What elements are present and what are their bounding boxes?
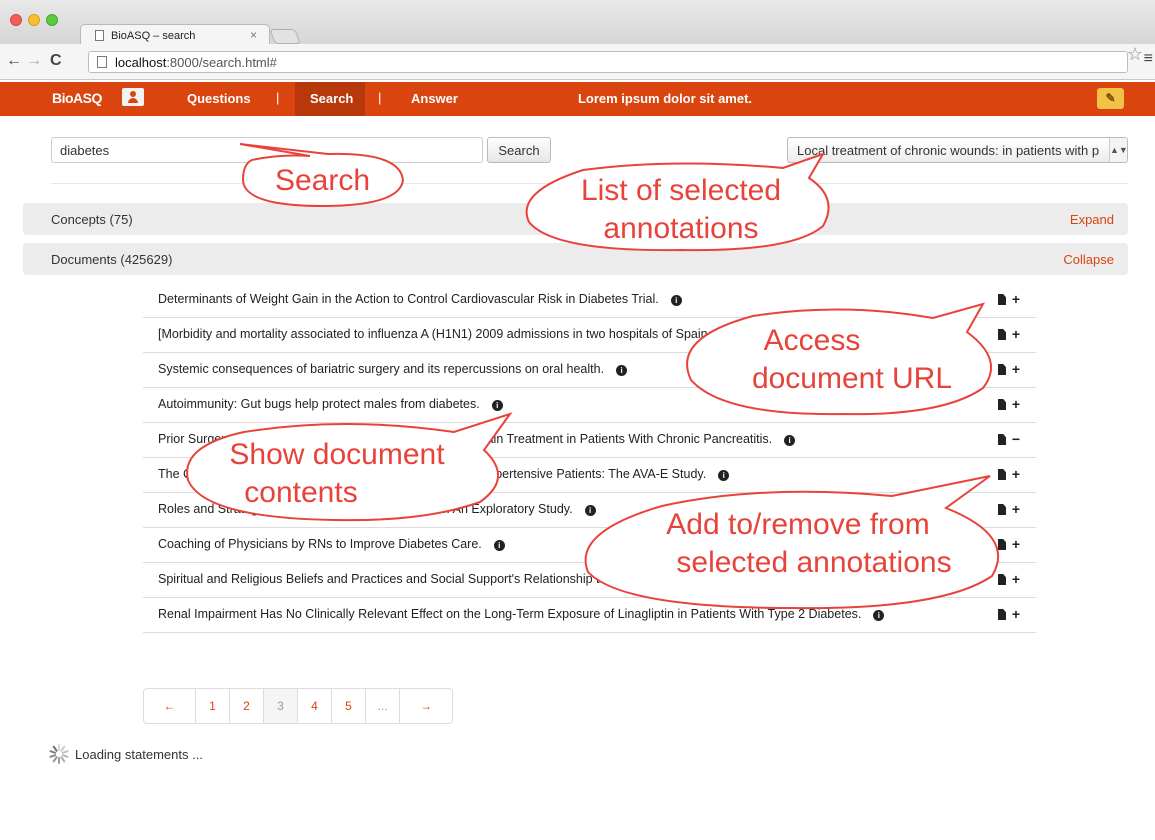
info-icon[interactable]: i [718,470,730,481]
navbar-message: Lorem ipsum dolor sit amet. [577,91,753,106]
add-annotation-icon[interactable]: + [1010,290,1022,309]
selected-annotations-select[interactable]: Local treatment of chronic wounds: in pa… [787,137,1128,163]
bookmark-star-icon[interactable]: ☆ [1127,44,1143,65]
page-icon [95,30,104,41]
add-annotation-icon[interactable]: + [1010,465,1022,484]
documents-title: Documents (425629) [51,252,173,267]
tab-close-icon[interactable]: × [250,28,257,42]
document-url-icon[interactable] [998,469,1006,480]
callout-search: Search [239,143,405,208]
selected-annotation-value: Local treatment of chronic wounds: in pa… [797,143,1100,158]
browser-titlebar: BioASQ – search × [0,0,1155,46]
new-tab-button[interactable] [269,29,301,44]
row-actions: − [998,430,1022,449]
page-button-4[interactable]: 4 [298,689,332,723]
documents-collapse-link[interactable]: Collapse [1063,252,1114,267]
browser-toolbar: ← → C localhost:8000/search.html# ☆ ≡ [0,44,1155,80]
row-actions: + [998,465,1022,484]
search-button[interactable]: Search [487,137,551,163]
loading-indicator: Loading statements ... [49,744,203,764]
document-url-icon[interactable] [998,609,1006,620]
info-icon[interactable]: i [493,540,505,551]
info-icon[interactable]: i [873,610,885,621]
address-bar[interactable]: localhost:8000/search.html# [88,51,1128,73]
callout-annotations-line1: List of selected [580,174,782,207]
document-title: Coaching of Physicians by RNs to Improve… [158,537,482,551]
document-title: Systemic consequences of bariatric surge… [158,362,605,376]
callout-add-remove: Add to/remove from selected annotations [582,475,1014,610]
callout-show-line1: Show document [229,438,445,471]
callout-add-line2: selected annotations [676,546,952,579]
remove-annotation-icon[interactable]: − [1010,430,1022,449]
page-button-1[interactable]: 1 [196,689,230,723]
app-navbar: BioASQ Questions | Search | Answer Lorem… [0,82,1155,116]
callout-search-text: Search [274,164,371,197]
pagination: ← 1 2 3 4 5 ... → [143,688,453,724]
page-button-5[interactable]: 5 [332,689,366,723]
reload-icon[interactable]: C [50,52,62,70]
row-actions: + [998,290,1022,309]
minimize-window-icon[interactable] [28,14,40,26]
document-title: Determinants of Weight Gain in the Actio… [158,292,659,306]
callout-access-url: Access document URL [683,302,1001,416]
select-arrow-icon: ▲▼ [1109,138,1127,162]
loading-text: Loading statements ... [75,747,203,762]
callout-access-line1: Access [763,324,861,357]
info-icon[interactable]: i [491,400,503,411]
page-next-button[interactable]: → [400,689,452,723]
add-annotation-icon[interactable]: + [1010,395,1022,414]
browser-menu-icon[interactable]: ≡ [1144,50,1153,68]
page-prev-button[interactable]: ← [144,689,196,723]
callout-add-line1: Add to/remove from [666,508,930,541]
back-arrow-icon[interactable]: ← [6,52,22,70]
edit-button[interactable]: ✎ [1097,88,1124,109]
callout-show-line2: contents [244,476,358,509]
callout-show-contents: Show document contents [184,412,514,522]
spinner-spoke [58,757,60,764]
concepts-expand-link[interactable]: Expand [1070,212,1114,227]
document-title: Autoimmunity: Gut bugs help protect male… [158,397,480,411]
page-button-3[interactable]: 3 [264,689,298,723]
callout-access-line2: document URL [751,362,953,395]
spinner-icon [49,744,69,764]
document-url-icon[interactable] [998,434,1006,445]
close-window-icon[interactable] [10,14,22,26]
page-button-2[interactable]: 2 [230,689,264,723]
info-icon[interactable]: i [670,295,682,306]
maximize-window-icon[interactable] [46,14,58,26]
page-ellipsis: ... [366,689,400,723]
callout-annotations: List of selected annotations [523,152,839,252]
add-annotation-icon[interactable]: + [1010,360,1022,379]
page-icon [97,56,107,68]
forward-arrow-icon[interactable]: → [26,52,42,70]
row-actions: + [998,325,1022,344]
url-host: localhost [115,55,167,70]
callout-annotations-line2: annotations [603,212,759,245]
url-path: :8000/search.html# [166,55,277,70]
url-text: localhost:8000/search.html# [115,55,277,70]
add-annotation-icon[interactable]: + [1010,325,1022,344]
tab-title: BioASQ – search [111,30,196,42]
concepts-title: Concepts (75) [51,212,133,227]
info-icon[interactable]: i [616,365,628,376]
info-icon[interactable]: i [784,435,796,446]
browser-tab[interactable]: BioASQ – search × [80,24,270,46]
